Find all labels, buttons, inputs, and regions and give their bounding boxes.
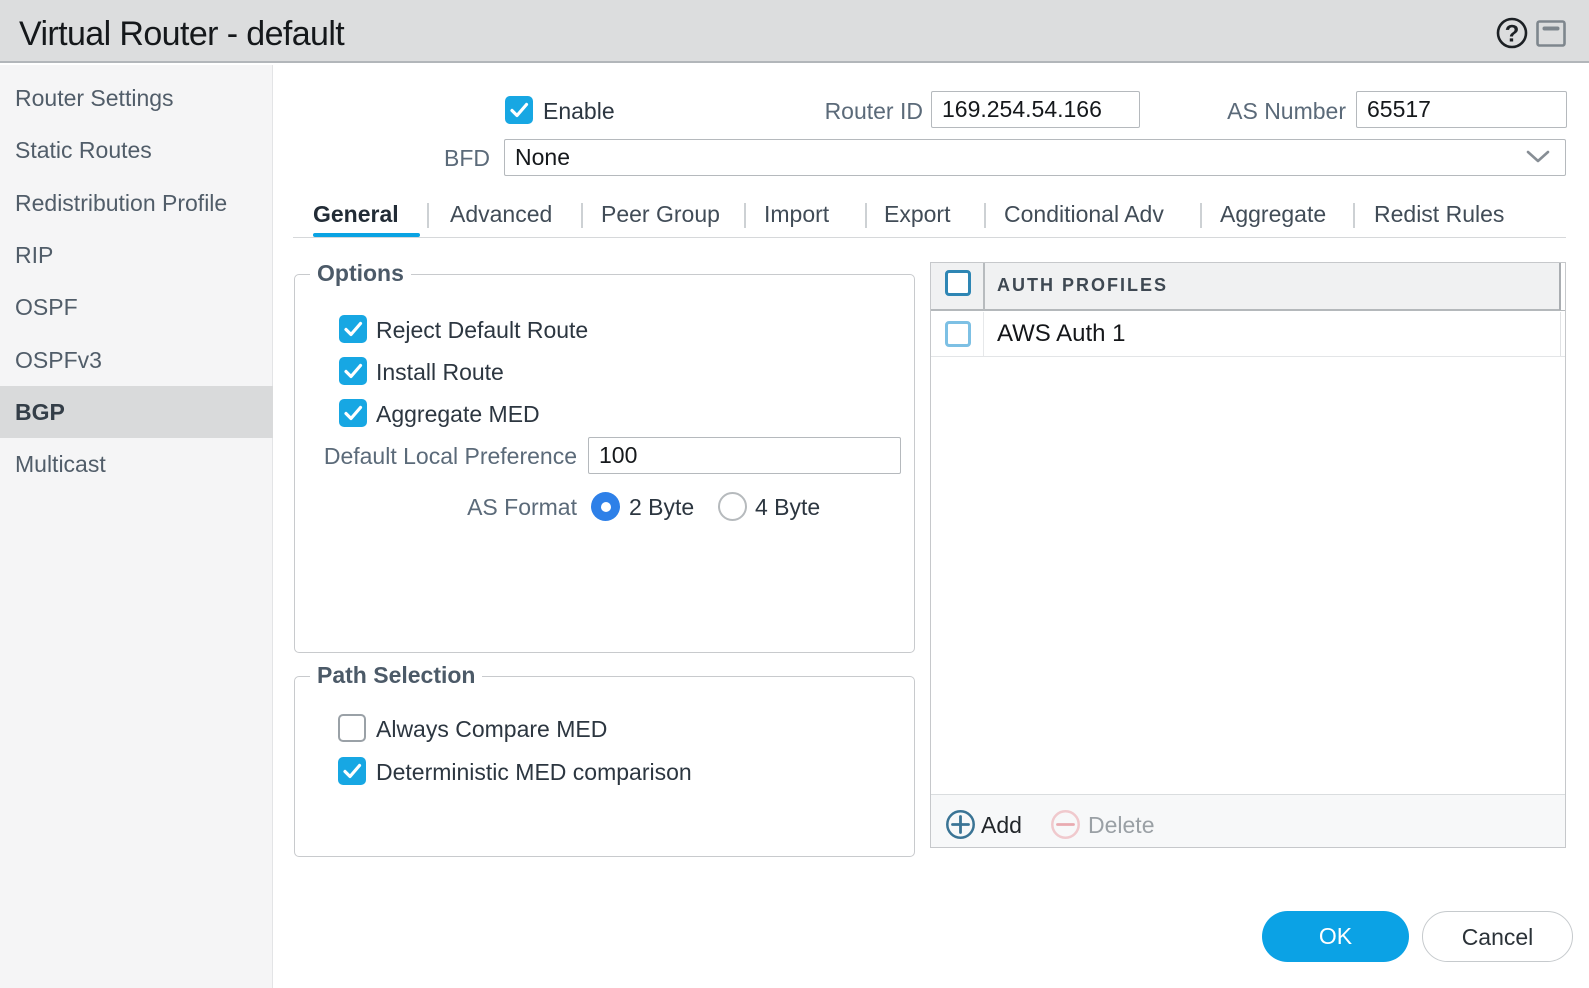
svg-text:?: ? bbox=[1505, 21, 1520, 48]
